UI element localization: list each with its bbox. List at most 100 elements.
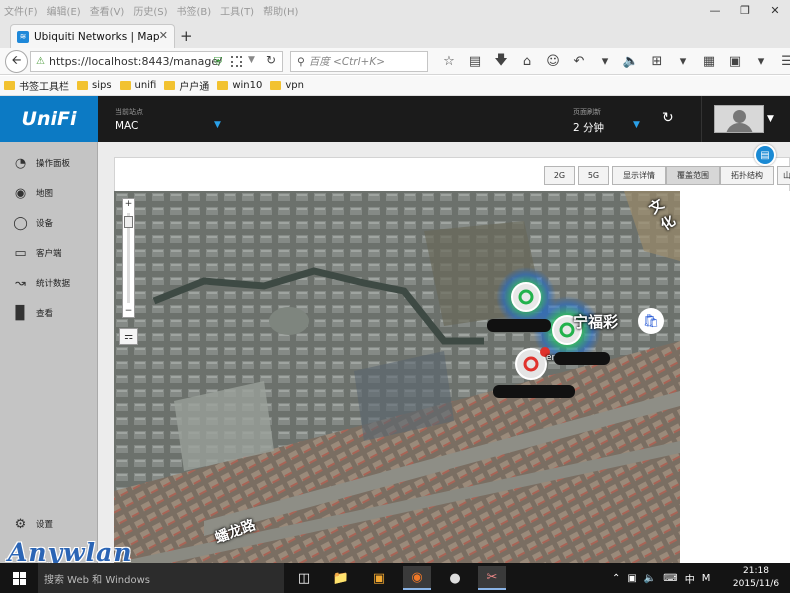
sidebar-item-dashboard[interactable]: ◔ 操作面板 (0, 149, 98, 177)
search-icon: ⚲ (297, 55, 305, 68)
menu-help[interactable]: 帮助(H) (263, 3, 298, 18)
translate-icon[interactable]: ▦ (696, 54, 722, 69)
menu-file[interactable]: 文件(F) (4, 3, 38, 18)
folder-icon (119, 81, 131, 90)
street-view-icon[interactable]: ⚎ (119, 328, 138, 345)
refresh-icon[interactable]: ↻ (662, 110, 674, 126)
sidebar-item-settings[interactable]: ⚙ 设置 (0, 510, 98, 538)
extension-icon[interactable]: ▣ (722, 54, 748, 69)
zoom-in-icon[interactable]: + (123, 199, 134, 210)
sidebar-item-insights[interactable]: ▉ 查看 (0, 299, 98, 327)
restore-icon[interactable]: ❐ (730, 0, 760, 20)
reload-icon[interactable]: ↻ (266, 53, 276, 67)
bookmark-toolbar-folder[interactable]: 书签工具栏 (4, 78, 69, 93)
menu-icon[interactable]: ☰ (774, 54, 790, 69)
store-icon[interactable]: ▣ (365, 566, 393, 590)
close-window-icon[interactable]: ✕ (760, 0, 790, 20)
topology-button[interactable]: 拓扑结构 (720, 166, 774, 185)
taskbar-search-box[interactable]: 搜索 Web 和 Windows (38, 563, 284, 593)
keyboard-icon[interactable]: ⌨ (663, 573, 677, 584)
redacted-ap-name (554, 352, 610, 365)
more-button[interactable]: 山 (777, 166, 790, 185)
sidebar-item-map[interactable]: ◉ 地图 (0, 179, 98, 207)
minimize-icon[interactable]: — (700, 0, 730, 20)
bookmark-star-icon[interactable]: ☆ (436, 54, 462, 69)
chat-icon[interactable]: ☺ (540, 54, 566, 69)
menu-bookmarks[interactable]: 书签(B) (177, 3, 212, 18)
tray-expand-icon[interactable]: ⌃ (612, 573, 620, 584)
download-icon[interactable]: 🡇 (488, 51, 514, 73)
band-5g-button[interactable]: 5G (578, 166, 609, 185)
device-icon: ◯ (13, 215, 28, 231)
file-explorer-icon[interactable]: 📁 (327, 566, 355, 590)
snipping-tool-icon[interactable]: ✂ (478, 566, 506, 590)
shield-icon[interactable]: ⛨ (214, 55, 222, 69)
url-bar[interactable]: ⚠ https://localhost:8443/manage/ ⛨ ▼ (30, 51, 283, 72)
bookmark-sips[interactable]: sips (77, 80, 112, 91)
browser-tab[interactable]: ≋ Ubiquiti Networks | Map ✕ (10, 24, 175, 48)
map-zoom-control: + − (122, 198, 135, 318)
bookmark-vpn[interactable]: vpn (270, 80, 304, 91)
gear-icon: ⚙ (14, 516, 27, 532)
menu-history[interactable]: 历史(S) (133, 3, 167, 18)
floating-panel-icon[interactable]: ▤ (754, 144, 776, 166)
firefox-icon[interactable]: ◉ (403, 566, 431, 590)
shopping-bag-icon[interactable]: 🛍 (638, 308, 664, 334)
network-icon[interactable]: ▣ (627, 573, 636, 584)
undo-icon[interactable]: ↶ (566, 54, 592, 69)
menu-edit[interactable]: 编辑(E) (47, 3, 81, 18)
taskbar-clock[interactable]: 21:18 2015/11/6 (731, 565, 781, 591)
ime-indicator[interactable]: 中 (685, 571, 695, 586)
ime-mode-icon[interactable]: M (702, 573, 711, 584)
refresh-interval-selector[interactable]: 2 分钟 (573, 120, 604, 135)
site-selector[interactable]: MAC (115, 120, 138, 132)
qr-code-icon[interactable] (231, 56, 242, 67)
bookmark-win10[interactable]: win10 (217, 80, 262, 91)
refresh-dropdown-icon[interactable]: ▼ (633, 120, 640, 130)
unifi-logo[interactable]: UniFi (0, 96, 98, 142)
menu-view[interactable]: 查看(V) (90, 3, 125, 18)
close-tab-icon[interactable]: ✕ (159, 29, 168, 42)
laptop-icon: ▭ (14, 245, 27, 261)
show-details-button[interactable]: 显示详情 (612, 166, 666, 185)
new-tab-icon[interactable]: + (180, 27, 193, 45)
dashboard-icon: ◔ (14, 155, 27, 171)
home-icon[interactable]: ⌂ (514, 54, 540, 69)
site-dropdown-icon[interactable]: ▼ (214, 120, 221, 130)
dropdown-icon[interactable]: ▾ (670, 54, 696, 69)
sidebar-item-clients[interactable]: ▭ 客户端 (0, 239, 98, 267)
windows-logo-icon (12, 571, 26, 585)
zoom-slider-handle[interactable] (124, 216, 133, 228)
reading-list-icon[interactable]: ▤ (462, 54, 488, 69)
sidebar-item-devices[interactable]: ◯ 设备 (0, 209, 98, 237)
satellite-map[interactable]: 宁福彩 蟠龙路 文化 er (114, 191, 680, 563)
speaker-icon[interactable]: 🔈 (618, 54, 644, 69)
back-icon[interactable]: 🡨 (5, 50, 28, 73)
site-info-icon[interactable]: ⚠ (36, 56, 45, 67)
dropdown-icon[interactable]: ▾ (592, 54, 618, 69)
task-view-icon[interactable]: ◫ (290, 566, 318, 590)
band-2g-button[interactable]: 2G (544, 166, 575, 185)
bookmark-unifi[interactable]: unifi (119, 80, 156, 91)
search-input[interactable]: ⚲ 百度 <Ctrl+K> (290, 51, 428, 72)
site-label: 当前站点 (115, 108, 143, 116)
zoom-out-icon[interactable]: − (123, 306, 134, 317)
menu-tools[interactable]: 工具(T) (220, 3, 254, 18)
sidebar-item-statistics[interactable]: ↝ 统计数据 (0, 269, 98, 297)
bookmark-huhutong[interactable]: 户户通 (164, 78, 209, 93)
folder-icon (164, 81, 176, 90)
volume-icon[interactable]: 🔈 (644, 573, 656, 584)
url-dropdown-icon[interactable]: ▼ (248, 55, 255, 65)
tab-title: Ubiquiti Networks | Map (34, 30, 160, 43)
crop-icon[interactable]: ⊞ (644, 54, 670, 69)
toolbar-icons: ☆ ▤ 🡇 ⌂ ☺ ↶ ▾ 🔈 ⊞ ▾ ▦ ▣ ▾ ☰ (436, 51, 790, 72)
coverage-button[interactable]: 覆盖范围 (666, 166, 720, 185)
user-menu-dropdown-icon[interactable]: ▼ (767, 114, 774, 124)
bookmarks-bar: 书签工具栏 sips unifi 户户通 win10 vpn (0, 76, 790, 96)
avatar[interactable] (714, 105, 764, 133)
app-header: UniFi 当前站点 MAC ▼ 页面刷新 2 分钟 ▼ ↻ ▼ (0, 96, 790, 142)
access-point-online-icon[interactable] (511, 282, 541, 312)
app-circle-icon[interactable]: ● (441, 566, 469, 590)
dropdown-icon[interactable]: ▾ (748, 54, 774, 69)
start-button[interactable] (0, 563, 38, 593)
